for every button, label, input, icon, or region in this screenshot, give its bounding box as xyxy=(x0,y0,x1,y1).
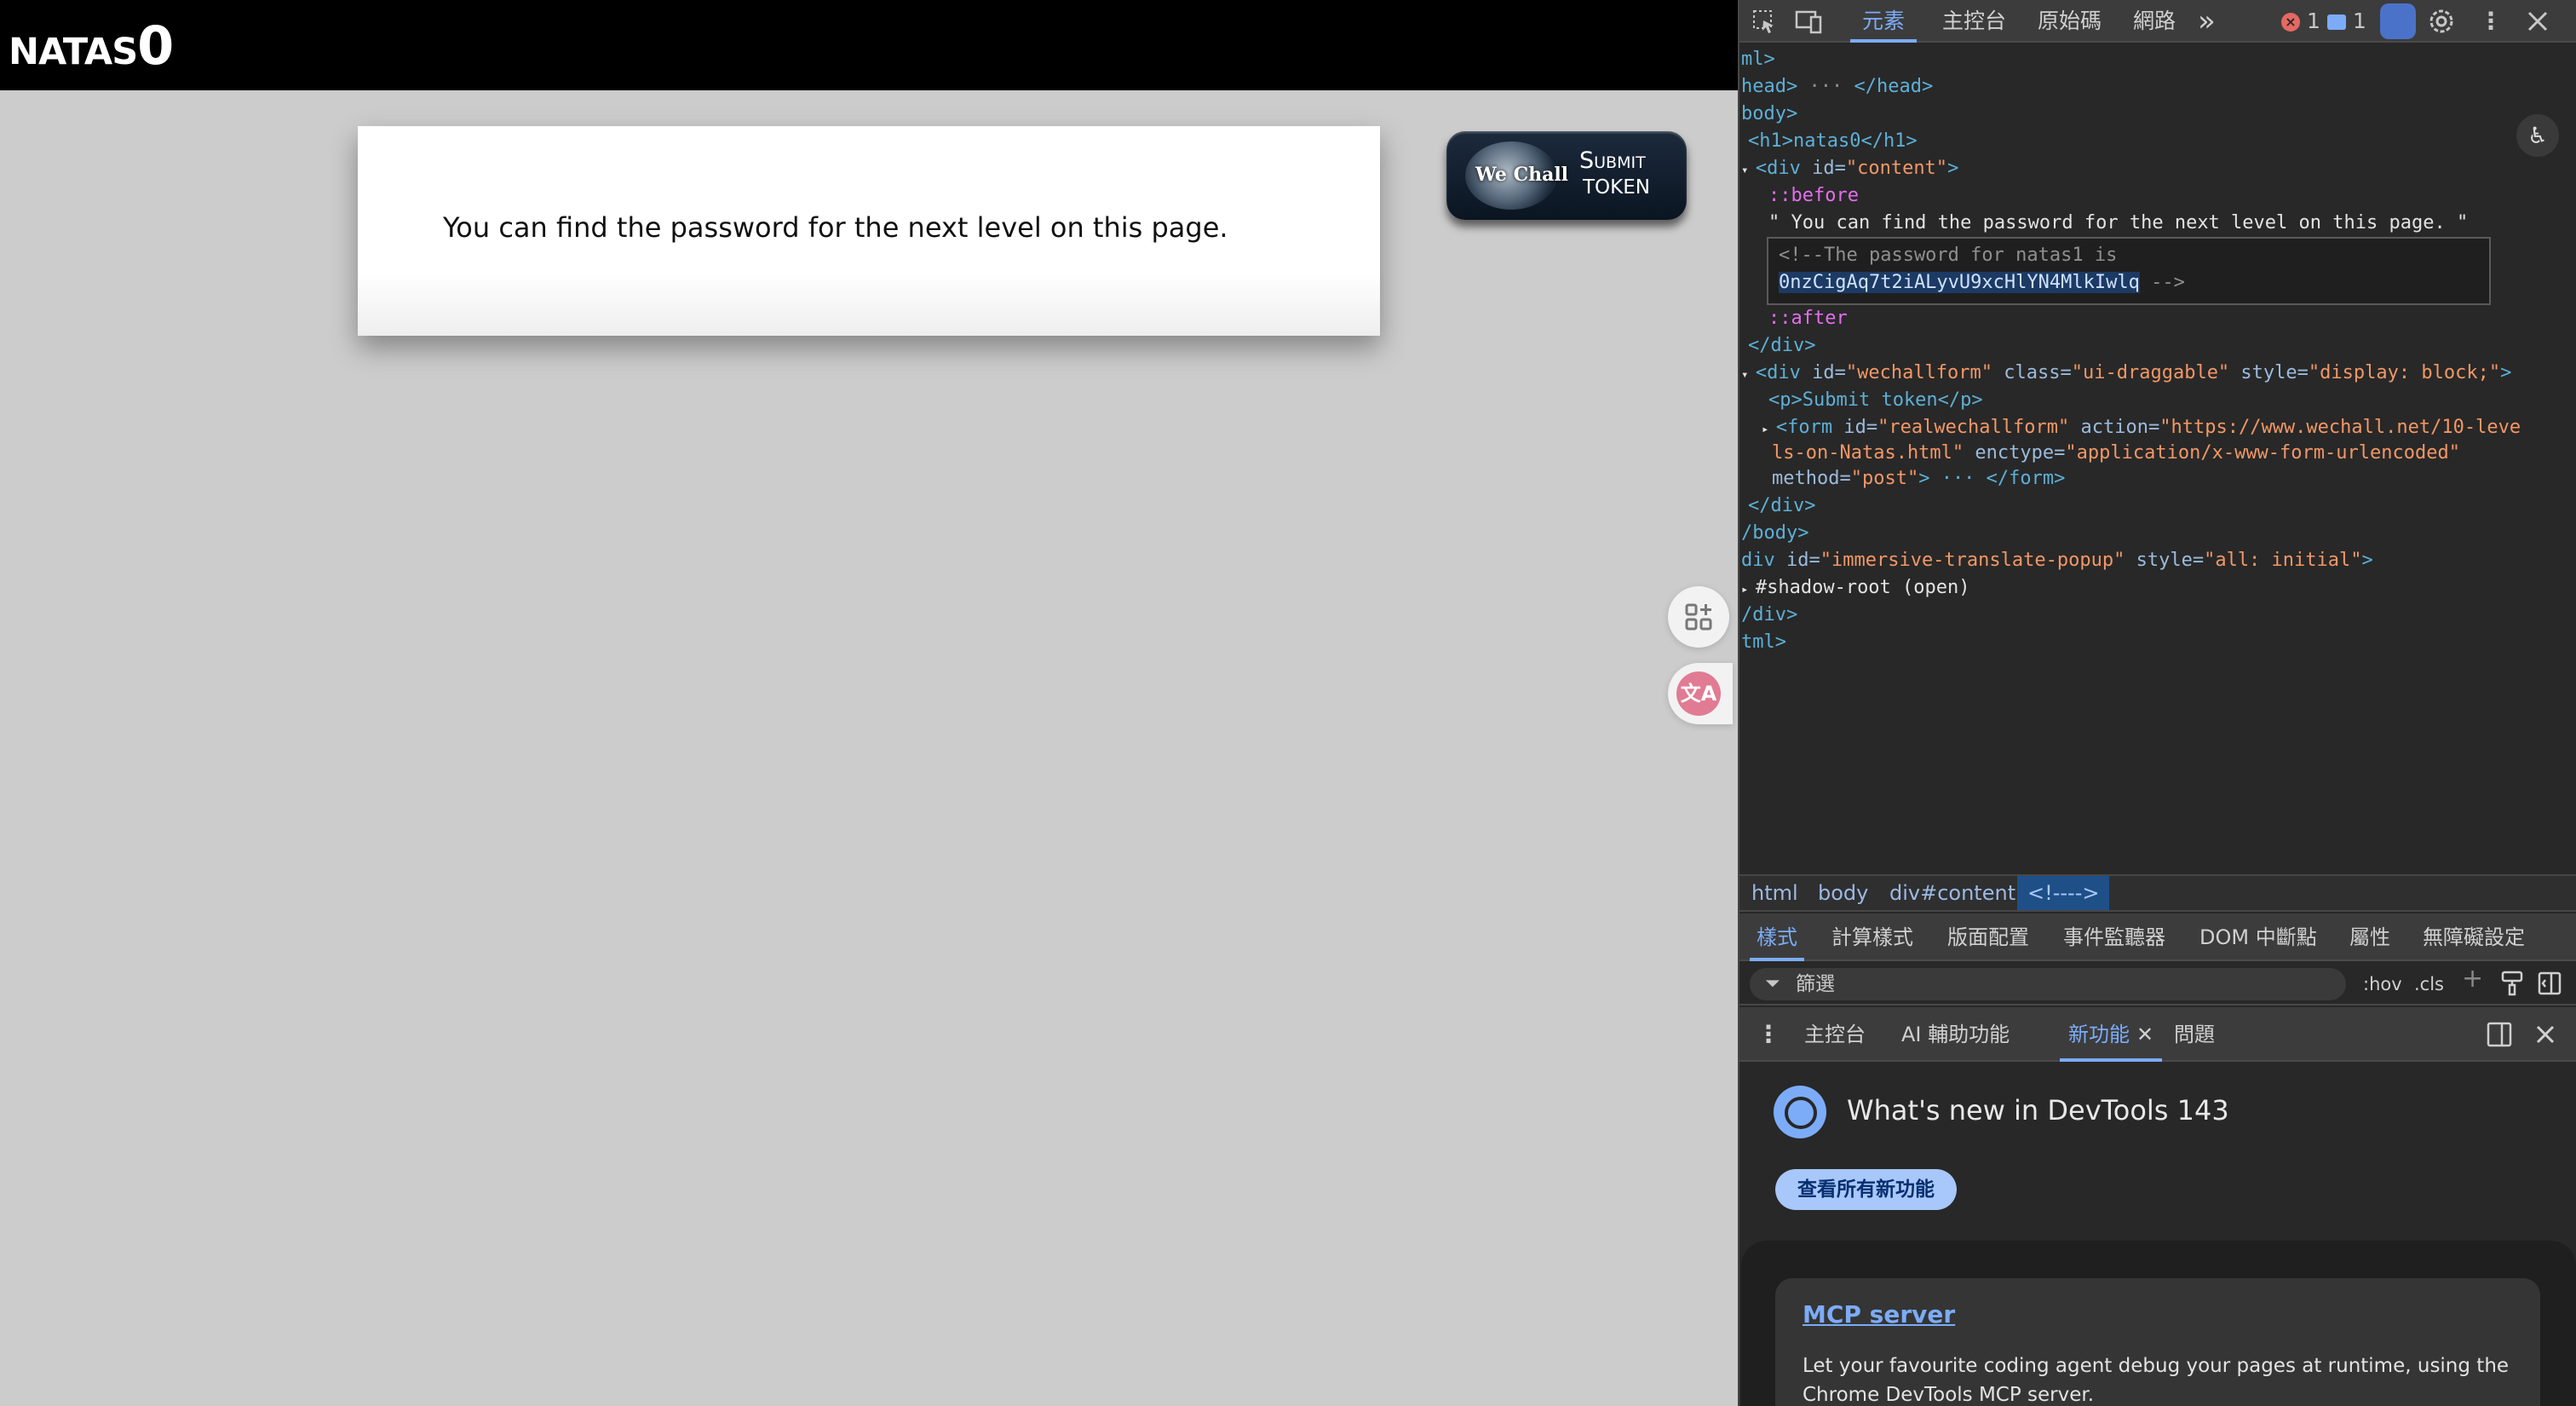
inspect-element-icon[interactable] xyxy=(1751,7,1777,36)
drawer-tab-console[interactable]: 主控台 xyxy=(1804,1007,1866,1062)
filter-icon: ⏷ xyxy=(1765,973,1780,994)
filter-bar: ⏷ 篩選 :hov .cls + xyxy=(1739,963,2576,1006)
tree-div-translate-popup[interactable]: div id="immersive-translate-popup" style… xyxy=(1741,547,2373,574)
tab-dom-breakpoints[interactable]: DOM 中斷點 xyxy=(2199,913,2317,961)
hov-button[interactable]: :hov xyxy=(2363,971,2402,997)
tree-wechall-close[interactable]: </div> xyxy=(1748,493,1815,520)
tree-head[interactable]: head> ··· </head> xyxy=(1741,73,1933,101)
tab-computed[interactable]: 計算樣式 xyxy=(1831,913,1913,961)
accessibility-icon[interactable]: ♿ xyxy=(2516,114,2559,157)
tab-accessibility[interactable]: 無障礙設定 xyxy=(2423,913,2525,961)
web-page: natas0 You can find the password for the… xyxy=(0,0,1738,1406)
whats-new-title: What's new in DevTools 143 xyxy=(1847,1094,2229,1127)
breadcrumb: html body div#content <!----> xyxy=(1739,874,2576,912)
see-all-features-button[interactable]: 查看所有新功能 xyxy=(1775,1169,1957,1210)
tree-body-close[interactable]: /body> xyxy=(1741,520,1808,547)
cls-button[interactable]: .cls xyxy=(2414,971,2444,997)
content-card: You can find the password for the next l… xyxy=(358,126,1380,336)
ai-assistance-icon[interactable] xyxy=(2380,3,2416,39)
chrome-devtools-logo-icon xyxy=(1774,1086,1826,1138)
dock-side-icon[interactable] xyxy=(2486,1021,2513,1048)
apps-plus-icon xyxy=(1685,603,1712,631)
page-header: natas0 xyxy=(0,0,1738,90)
breadcrumb-html[interactable]: html xyxy=(1741,876,1808,910)
tree-shadow-root[interactable]: ▸ #shadow-root (open) xyxy=(1741,574,1970,603)
tab-event-listeners[interactable]: 事件監聽器 xyxy=(2063,913,2165,961)
more-tabs-icon[interactable]: » xyxy=(2198,0,2216,43)
tab-elements[interactable]: 元素 xyxy=(1850,0,1918,43)
drawer-tabs: ⋮ 主控台 AI 輔助功能 新功能 ✕ 問題 xyxy=(1739,1007,2576,1062)
tree-form[interactable]: ▸ <form id="realwechallform" action="htt… xyxy=(1762,414,2521,443)
breadcrumb-div-content[interactable]: div#content xyxy=(1879,876,2026,910)
tree-div-content[interactable]: ▾ <div id="content"> xyxy=(1741,155,1958,184)
apps-float-button[interactable] xyxy=(1668,586,1729,648)
tab-styles[interactable]: 樣式 xyxy=(1750,913,1804,961)
drawer-tab-ai[interactable]: AI 輔助功能 xyxy=(1901,1007,2010,1062)
add-rule-icon[interactable]: + xyxy=(2462,966,2483,992)
devtools-toolbar: 元素 主控台 原始碼 網路 » × 1 1 ⋮ xyxy=(1739,0,2576,43)
tree-form-cont2[interactable]: method="post"> ··· </form> xyxy=(1772,465,2065,493)
tab-properties[interactable]: 屬性 xyxy=(2349,913,2390,961)
tree-html-open[interactable]: ml> xyxy=(1741,46,1775,73)
tree-before-pseudo[interactable]: ::before xyxy=(1768,182,1859,210)
close-tab-icon[interactable]: ✕ xyxy=(2136,1023,2153,1046)
tree-comment-line1[interactable]: <!--The password for natas1 is xyxy=(1779,242,2117,269)
tree-body-open[interactable]: body> xyxy=(1741,101,1797,128)
token-label: TOKEN xyxy=(1583,176,1650,199)
close-icon[interactable] xyxy=(2523,7,2552,36)
feature-card-title-link[interactable]: MCP server xyxy=(1803,1300,1955,1328)
drawer-tab-whats-new[interactable]: 新功能 ✕ xyxy=(2060,1007,2163,1062)
tab-network[interactable]: 網路 xyxy=(2133,0,2176,43)
paint-brush-icon[interactable] xyxy=(2499,970,2525,997)
error-icon: × xyxy=(2281,13,2300,32)
drawer-menu-icon[interactable]: ⋮ xyxy=(1757,1007,1780,1062)
drawer-tab-issues[interactable]: 問題 xyxy=(2174,1007,2215,1062)
tree-form-cont1[interactable]: ls-on-Natas.html" enctype="application/x… xyxy=(1772,440,2460,467)
submit-token-button[interactable]: We Chall Submit TOKEN xyxy=(1446,131,1687,220)
translate-icon: 文A xyxy=(1676,671,1721,716)
whats-new-panel: What's new in DevTools 143 查看所有新功能 MCP s… xyxy=(1739,1063,2576,1406)
breadcrumb-body[interactable]: body xyxy=(1808,876,1878,910)
tab-sources[interactable]: 原始碼 xyxy=(2038,0,2102,43)
filter-input[interactable]: ⏷ 篩選 xyxy=(1750,968,2346,1000)
tree-html-close[interactable]: tml> xyxy=(1741,629,1786,656)
content-text: You can find the password for the next l… xyxy=(443,211,1228,244)
tree-after-pseudo[interactable]: ::after xyxy=(1768,305,1848,332)
tree-div-close-2[interactable]: /div> xyxy=(1741,602,1797,629)
more-options-icon[interactable]: ⋮ xyxy=(2479,7,2503,36)
devtools-panel: 元素 主控台 原始碼 網路 » × 1 1 ⋮ ml> head> ··· </… xyxy=(1738,0,2576,1406)
settings-gear-icon[interactable] xyxy=(2426,7,2457,36)
feature-card-description: Let your favourite coding agent debug yo… xyxy=(1803,1355,2510,1406)
translate-float-button[interactable]: 文A xyxy=(1668,663,1733,724)
breadcrumb-comment[interactable]: <!----> xyxy=(2017,876,2110,910)
toggle-sidebar-icon[interactable] xyxy=(2537,970,2562,997)
password-selection[interactable]: 0nzCigAq7t2iALyvU9xcHlYN4MlkIwlq xyxy=(1779,272,2140,293)
tree-div-wechallform[interactable]: ▾ <div id="wechallform" class="ui-dragga… xyxy=(1741,360,2511,389)
device-toolbar-icon[interactable] xyxy=(1794,7,1823,36)
tree-text-node[interactable]: " You can find the password for the next… xyxy=(1768,210,2468,237)
wechall-logo-text: We Chall xyxy=(1475,164,1569,186)
elements-tree[interactable]: ml> head> ··· </head> body> <h1>natas0</… xyxy=(1739,44,2576,871)
feature-card: MCP server Let your favourite coding age… xyxy=(1775,1278,2540,1406)
message-icon xyxy=(2327,14,2346,30)
page-title: natas0 xyxy=(9,14,174,77)
message-count[interactable]: 1 xyxy=(2327,7,2366,36)
tree-p-submit-token[interactable]: <p>Submit token</p> xyxy=(1768,387,1983,414)
submit-label: Submit xyxy=(1579,147,1646,174)
tab-layout[interactable]: 版面配置 xyxy=(1947,913,2029,961)
tree-div-close[interactable]: </div> xyxy=(1748,332,1815,360)
tree-comment-line2[interactable]: 0nzCigAq7t2iALyvU9xcHlYN4MlkIwlq --> xyxy=(1779,269,2185,297)
styles-tabs: 樣式 計算樣式 版面配置 事件監聽器 DOM 中斷點 屬性 無障礙設定 xyxy=(1739,913,2576,961)
close-drawer-icon[interactable] xyxy=(2532,1021,2559,1048)
tab-console[interactable]: 主控台 xyxy=(1942,0,2006,43)
error-count[interactable]: × 1 xyxy=(2281,7,2320,36)
tree-h1[interactable]: <h1>natas0</h1> xyxy=(1748,128,1918,155)
